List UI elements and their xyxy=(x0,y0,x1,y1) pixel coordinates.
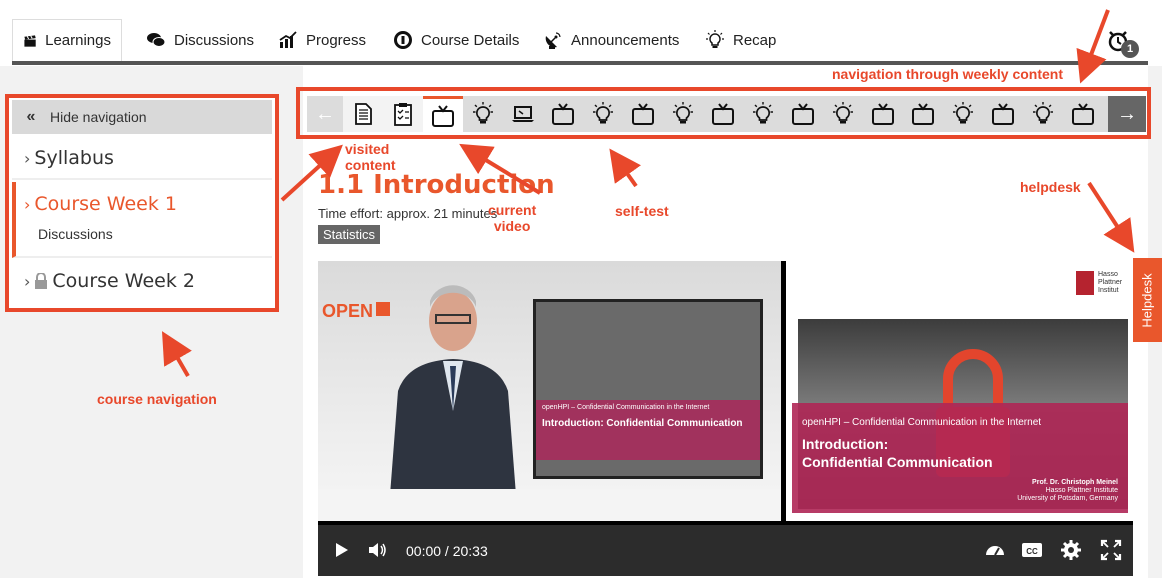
slide-heading: Introduction: Confidential Communication xyxy=(802,435,993,471)
screen-title: Introduction: Confidential Communication xyxy=(542,418,743,429)
hpi-logo xyxy=(1076,271,1094,295)
annotation-current-line1: current xyxy=(488,202,537,218)
annotation-course-navigation: course navigation xyxy=(97,391,217,407)
annotation-visited: visited content xyxy=(345,141,396,173)
slide-title-line2: Confidential Communication xyxy=(802,454,993,470)
satellite-dish-icon xyxy=(545,32,561,49)
annotation-self-test: self-test xyxy=(615,203,669,219)
closed-captions-icon[interactable]: CC xyxy=(1021,539,1043,561)
bar-chart-icon xyxy=(279,31,297,48)
helpdesk-button[interactable]: Helpdesk xyxy=(1133,258,1162,342)
page-title: 1.1 Introduction xyxy=(318,170,555,200)
tab-label: Course Details xyxy=(421,31,520,49)
annotation-box-item-nav xyxy=(296,87,1151,139)
slide-title-band: openHPI – Confidential Communication in … xyxy=(792,403,1128,513)
annotation-visited-line1: visited xyxy=(345,141,390,157)
volume-icon[interactable] xyxy=(366,539,388,561)
helpdesk-label: Helpdesk xyxy=(1140,272,1156,328)
slide-subtitle: openHPI – Confidential Communication in … xyxy=(802,417,1042,428)
annotation-box-course-nav xyxy=(5,94,279,312)
tab-label: Learnings xyxy=(45,32,111,49)
desk xyxy=(318,489,781,521)
video-time: 00:00 / 20:33 xyxy=(406,543,488,559)
annotation-visited-line2: content xyxy=(345,157,396,173)
info-circle-icon xyxy=(394,31,412,49)
slide-title-line1: Introduction: xyxy=(802,436,889,452)
video-controls: 00:00 / 20:33 CC xyxy=(318,525,1133,576)
svg-text:CC: CC xyxy=(1026,547,1038,556)
arrow-self-test xyxy=(609,148,641,188)
presentation-screen: openHPI – Confidential Communication in … xyxy=(533,299,763,479)
tab-course-details[interactable]: Course Details xyxy=(383,20,529,60)
slide-author-uni: University of Potsdam, Germany xyxy=(1017,495,1118,502)
tab-label: Discussions xyxy=(174,31,255,49)
annotation-current-video: current video xyxy=(488,202,536,234)
annotation-current-line2: video xyxy=(493,218,531,234)
tab-progress[interactable]: Progress xyxy=(268,20,376,60)
play-icon[interactable] xyxy=(330,539,352,561)
tab-recap[interactable]: Recap xyxy=(695,20,786,60)
tab-announcements[interactable]: Announcements xyxy=(533,20,689,60)
slide-video: Hasso Plattner Institut openHPI – Confid… xyxy=(786,261,1133,521)
slide-author-name: Prof. Dr. Christoph Meinel xyxy=(1032,479,1118,486)
speaker-video: OPEN openHPI – Confidential Communicatio… xyxy=(318,261,781,521)
slide-author: Prof. Dr. Christoph Meinel Hasso Plattne… xyxy=(1017,479,1118,503)
chat-bubbles-icon xyxy=(147,33,166,47)
screen-subtitle: openHPI – Confidential Communication in … xyxy=(542,404,710,411)
tab-learnings[interactable]: Learnings xyxy=(12,19,122,61)
hpi-logo-text: Hasso Plattner Institut xyxy=(1098,271,1123,294)
slide-author-inst: Hasso Plattner Institute xyxy=(1045,487,1118,494)
annotation-helpdesk: helpdesk xyxy=(1020,179,1081,195)
video-player[interactable]: OPEN openHPI – Confidential Communicatio… xyxy=(318,261,1133,576)
tab-discussions[interactable]: Discussions xyxy=(136,20,264,60)
lightbulb-icon xyxy=(706,30,724,48)
speed-gauge-icon[interactable] xyxy=(984,539,1006,561)
statistics-button[interactable]: Statistics xyxy=(318,225,381,244)
notification-badge: 1 xyxy=(1121,40,1139,58)
clapperboard-icon xyxy=(24,34,36,47)
settings-gear-icon[interactable] xyxy=(1060,539,1082,561)
time-effort: Time effort: approx. 21 minutes xyxy=(318,206,498,221)
arrow-helpdesk xyxy=(1087,181,1135,253)
annotation-weekly-content: navigation through weekly content xyxy=(832,66,1064,82)
tab-label: Announcements xyxy=(571,31,680,49)
tab-label: Recap xyxy=(733,31,777,49)
fullscreen-icon[interactable] xyxy=(1100,539,1122,561)
speaker-figure xyxy=(388,285,518,521)
tab-label: Progress xyxy=(306,31,367,49)
top-tab-bar: Learnings Discussions Progress Course De… xyxy=(0,0,1162,66)
tab-bar-underline xyxy=(12,61,1148,65)
